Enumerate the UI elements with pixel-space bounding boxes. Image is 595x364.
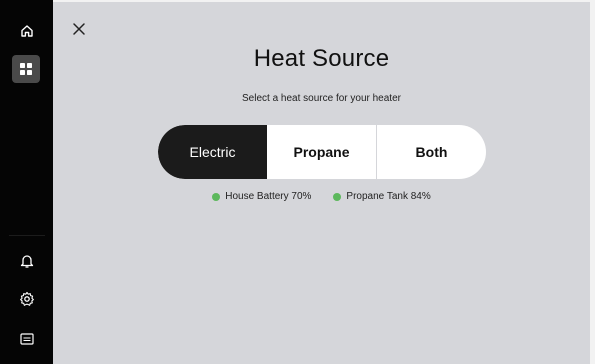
propane-tank-status: Propane Tank 84% [333, 191, 431, 202]
gear-icon [20, 291, 34, 306]
option-electric[interactable]: Electric [158, 125, 267, 179]
heat-source-selector: Electric Propane Both [158, 125, 486, 179]
home-icon [21, 25, 33, 37]
status-row: House Battery 70% Propane Tank 84% [53, 191, 590, 202]
card-button[interactable] [18, 330, 36, 348]
status-dot [333, 192, 342, 201]
house-battery-label: House Battery 70% [225, 191, 312, 202]
close-button[interactable] [71, 21, 87, 37]
page-subtitle: Select a heat source for your heater [242, 93, 401, 104]
option-propane[interactable]: Propane [267, 125, 377, 179]
propane-tank-label: Propane Tank 84% [346, 191, 431, 202]
home-button[interactable] [18, 22, 36, 40]
bell-icon [20, 255, 34, 268]
card-icon [20, 333, 34, 345]
house-battery-status: House Battery 70% [212, 191, 311, 202]
notifications-button[interactable] [18, 252, 36, 270]
status-dot [212, 192, 221, 201]
option-both[interactable]: Both [377, 125, 486, 179]
settings-button[interactable] [18, 290, 36, 308]
close-icon [73, 23, 85, 35]
sidebar [0, 0, 53, 364]
apps-grid-icon [20, 63, 32, 75]
sidebar-divider [9, 235, 45, 236]
page-title: Heat Source [253, 45, 390, 72]
apps-button[interactable] [12, 55, 40, 83]
heat-source-panel: Heat Source Select a heat source for you… [53, 2, 590, 364]
